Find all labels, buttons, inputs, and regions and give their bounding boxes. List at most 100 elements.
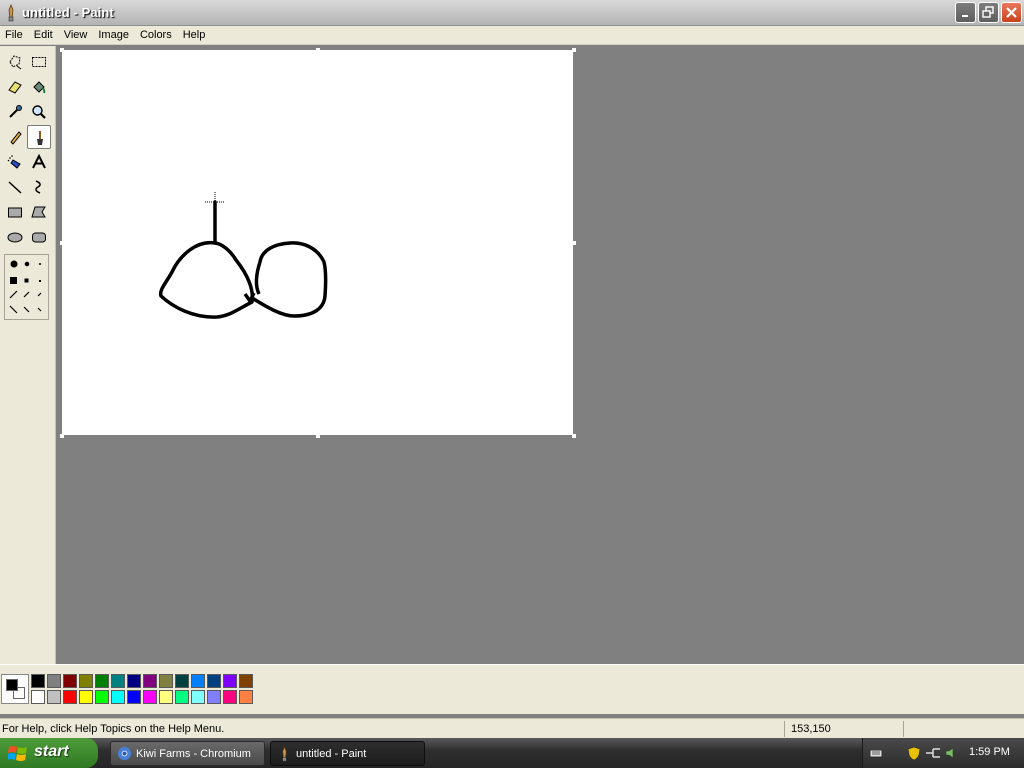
color-swatch[interactable] [47,690,61,704]
brush-option-round[interactable] [10,260,42,268]
start-label: start [34,743,69,760]
color-swatch[interactable] [127,674,141,688]
keyboard-icon[interactable] [869,746,883,760]
close-button[interactable] [1001,2,1022,23]
color-swatch[interactable] [207,690,221,704]
resize-handle-right[interactable] [572,241,576,245]
tool-rounded-rectangle[interactable] [27,225,51,249]
tool-airbrush[interactable] [3,150,27,174]
color-swatch[interactable] [191,690,205,704]
color-swatch[interactable] [111,674,125,688]
magnifier-icon [32,105,46,119]
color-swatch[interactable] [95,674,109,688]
tool-rectangle[interactable] [3,200,27,224]
taskbar-button-chromium[interactable]: Kiwi Farms - Chromium [110,741,265,766]
color-swatch[interactable] [79,674,93,688]
menu-help[interactable]: Help [178,27,212,44]
color-swatch[interactable] [111,690,125,704]
menu-file[interactable]: File [0,27,29,44]
color-swatch[interactable] [239,690,253,704]
minimize-icon [962,15,968,17]
color-swatch[interactable] [95,690,109,704]
tool-pick-color[interactable] [3,100,27,124]
menu-colors[interactable]: Colors [135,27,178,44]
color-swatch[interactable] [79,690,93,704]
paint-icon [282,746,287,762]
fill-bucket-icon [33,81,46,94]
ellipse-icon [7,232,23,243]
network-icon[interactable] [925,746,941,760]
volume-icon[interactable] [944,746,958,760]
crosshair-cursor [205,192,225,212]
color-swatch[interactable] [31,674,45,688]
brush-option-square[interactable] [10,277,41,284]
airbrush-icon [7,155,21,169]
curve-icon [35,180,41,194]
taskbar-button-paint[interactable]: untitled - Paint [270,741,425,766]
current-colors[interactable] [1,674,29,704]
color-swatch[interactable] [159,674,173,688]
color-swatch[interactable] [63,690,77,704]
color-swatch[interactable] [207,674,221,688]
toolbox [0,46,56,664]
tool-line[interactable] [3,175,27,199]
tool-polygon[interactable] [27,200,51,224]
restore-button[interactable] [978,2,999,23]
menu-edit[interactable]: Edit [29,27,59,44]
tool-brush[interactable] [27,125,51,149]
color-swatch[interactable] [47,674,61,688]
drawing [158,192,328,319]
color-swatch[interactable] [31,690,45,704]
menu-bar: File Edit View Image Colors Help [0,26,1024,45]
color-palette-bar [0,664,1024,714]
resize-handle-bottom[interactable] [316,434,320,438]
paint-icon[interactable] [3,3,19,22]
resize-handle-left [60,241,64,245]
minimize-button[interactable] [955,2,976,23]
color-swatch[interactable] [159,690,173,704]
title-bar: untitled - Paint [0,0,1024,26]
brush-icon [37,131,43,145]
security-shield-icon[interactable] [907,746,921,761]
color-swatch[interactable] [143,690,157,704]
color-swatch[interactable] [175,674,189,688]
pencil-icon [10,131,22,145]
menu-image[interactable]: Image [93,27,135,44]
tool-curve[interactable] [27,175,51,199]
tool-select[interactable] [27,50,51,74]
windows-logo-icon [8,746,27,761]
text-icon [32,154,46,169]
rectangle-select-icon [32,57,46,67]
resize-handle-bottom-right[interactable] [572,434,576,438]
eyedropper-icon [9,105,22,118]
cursor-coordinates: 153,150 [791,723,831,735]
brush-option-back-slash[interactable] [9,305,42,314]
brush-shape-options [4,254,49,320]
color-swatch[interactable] [143,674,157,688]
resize-handle-top-left [60,48,64,52]
color-swatch[interactable] [191,674,205,688]
polygon-icon [31,206,46,218]
tool-fill[interactable] [27,75,51,99]
system-tray: 1:59 PM [862,738,1024,768]
menu-view[interactable]: View [59,27,94,44]
color-swatch[interactable] [223,674,237,688]
drawing-canvas[interactable] [62,50,573,435]
resize-handle-top [316,48,320,52]
color-swatch[interactable] [127,690,141,704]
color-swatch[interactable] [175,690,189,704]
tool-text[interactable] [27,150,51,174]
status-divider [784,721,785,737]
color-swatch[interactable] [239,674,253,688]
tool-free-form-select[interactable] [3,50,27,74]
color-swatch[interactable] [223,690,237,704]
taskbar-button-label: untitled - Paint [296,748,367,760]
tool-eraser[interactable] [3,75,27,99]
brush-option-forward-slash[interactable] [9,290,42,299]
tool-magnifier[interactable] [27,100,51,124]
color-swatch[interactable] [63,674,77,688]
tool-ellipse[interactable] [3,225,27,249]
tool-pencil[interactable] [3,125,27,149]
start-button[interactable]: start [0,738,98,768]
taskbar-button-label: Kiwi Farms - Chromium [136,748,251,760]
